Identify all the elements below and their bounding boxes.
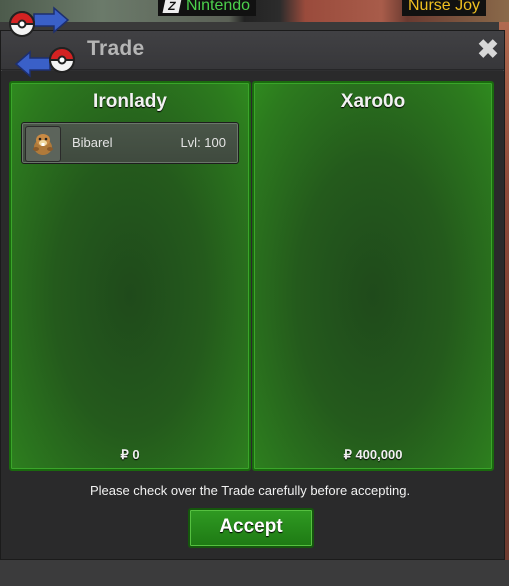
bibarel-pokemon-icon — [25, 126, 61, 162]
item-name: Bibarel — [72, 135, 113, 150]
npc-nametag-nurse: Nurse Joy — [402, 0, 487, 16]
left-player-name: Ironlady — [93, 91, 167, 112]
accept-button[interactable]: Accept — [188, 508, 314, 548]
zzz-icon: Z — [162, 0, 182, 13]
trade-dialog: Trade ✖ Ironlady Bibarel Lvl: 100 ₽ 0 Xa… — [0, 30, 505, 560]
right-trade-panel: Xaro0o ₽ 400,000 — [252, 81, 494, 471]
close-button[interactable]: ✖ — [475, 35, 501, 63]
nametag-label: Nintendo — [186, 0, 251, 14]
trade-notice: Please check over the Trade carefully be… — [89, 483, 411, 498]
trade-logo-icon — [8, 6, 76, 78]
left-money-offer[interactable]: ₽ 0 — [11, 447, 249, 463]
item-level: Lvl: 100 — [180, 135, 226, 150]
game-background-bottom — [0, 560, 509, 586]
npc-nametag-nintendo: Z Nintendo — [158, 0, 257, 16]
right-player-name: Xaro0o — [340, 91, 406, 112]
dialog-title: Trade — [87, 37, 145, 60]
nametag-label: Nurse Joy — [408, 0, 481, 14]
left-trade-panel: Ironlady Bibarel Lvl: 100 ₽ 0 — [9, 81, 251, 471]
right-money-offer: ₽ 400,000 — [343, 447, 403, 462]
trade-item-slot[interactable]: Bibarel Lvl: 100 — [21, 122, 239, 164]
